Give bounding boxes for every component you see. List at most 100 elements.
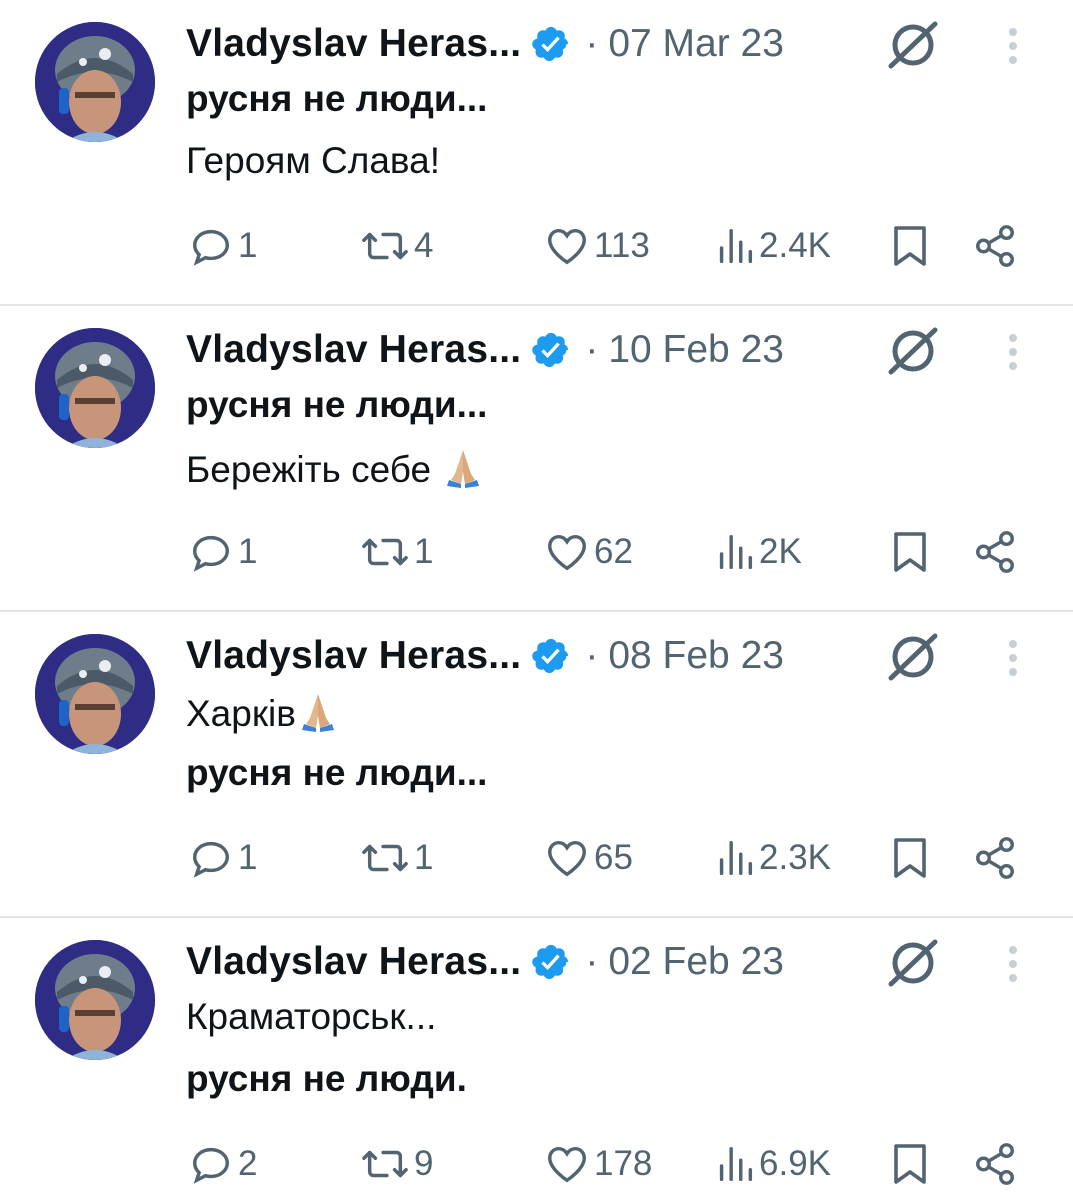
repost-icon <box>362 1150 408 1178</box>
tweet-date[interactable]: 08 Feb 23 <box>608 634 784 678</box>
tweet-header: Vladyslav Heras... · 07 Mar 23 <box>186 14 784 74</box>
tweet-text: Харків <box>186 693 296 734</box>
views-icon <box>719 534 753 570</box>
separator-dot: · <box>585 328 599 371</box>
reply-icon <box>192 1147 230 1184</box>
tweet-text: русня не люди. <box>186 1058 467 1099</box>
author-name[interactable]: Vladyslav Heras... <box>186 634 521 678</box>
tweet-text-line: Краматорськ... <box>186 996 436 1038</box>
views-icon <box>719 1146 753 1182</box>
bookmark-icon <box>894 532 926 572</box>
bookmark-icon <box>894 226 926 266</box>
more-icon[interactable] <box>998 636 1028 680</box>
share-button[interactable] <box>972 1136 1018 1192</box>
like-button[interactable]: 62 <box>544 524 633 580</box>
avatar[interactable] <box>35 940 155 1060</box>
avatar[interactable] <box>35 22 155 142</box>
like-icon <box>548 1146 586 1183</box>
repost-button[interactable]: 4 <box>360 218 433 274</box>
tweet-text-line: русня не люди... <box>186 752 487 794</box>
repost-button[interactable]: 1 <box>360 524 433 580</box>
repost-icon <box>362 538 408 566</box>
like-count: 178 <box>594 1144 653 1183</box>
grok-icon[interactable] <box>885 938 941 988</box>
grok-icon[interactable] <box>885 632 941 682</box>
bookmark-button[interactable] <box>888 218 932 274</box>
tweet-header: Vladyslav Heras... · 10 Feb 23 <box>186 320 784 380</box>
like-button[interactable]: 65 <box>544 830 633 886</box>
reply-button[interactable]: 2 <box>188 1136 257 1192</box>
reply-count: 1 <box>238 838 258 877</box>
grok-icon[interactable] <box>885 326 941 376</box>
views-button[interactable]: 6.9K <box>715 1136 831 1192</box>
tweet-text-line: Героям Слава! <box>186 140 440 182</box>
more-icon[interactable] <box>998 942 1028 986</box>
tweet[interactable]: Vladyslav Heras... · 02 Feb 23 Краматорс… <box>0 918 1073 1200</box>
tweet-actions: 1 1 62 2K <box>0 524 1073 580</box>
verified-badge-icon <box>531 330 571 370</box>
bookmark-button[interactable] <box>888 830 932 886</box>
views-button[interactable]: 2.3K <box>715 830 831 886</box>
separator-dot: · <box>585 22 599 65</box>
repost-button[interactable]: 9 <box>360 1136 433 1192</box>
avatar[interactable] <box>35 328 155 448</box>
bookmark-button[interactable] <box>888 524 932 580</box>
like-icon <box>548 228 586 265</box>
tweet-text: русня не люди... <box>186 78 488 119</box>
tweet-text: Героям Слава! <box>186 140 441 181</box>
reply-icon <box>192 535 230 572</box>
repost-count: 1 <box>414 838 434 877</box>
bookmark-button[interactable] <box>888 1136 932 1192</box>
views-icon <box>719 228 753 264</box>
reply-count: 1 <box>238 226 258 265</box>
views-button[interactable]: 2.4K <box>715 218 831 274</box>
repost-count: 4 <box>414 226 434 265</box>
like-icon <box>548 840 586 877</box>
reply-button[interactable]: 1 <box>188 830 257 886</box>
tweet-date[interactable]: 02 Feb 23 <box>608 940 784 984</box>
author-name[interactable]: Vladyslav Heras... <box>186 940 521 984</box>
bookmark-icon <box>894 838 926 878</box>
repost-count: 9 <box>414 1144 434 1183</box>
views-count: 2.3K <box>759 838 831 877</box>
author-name[interactable]: Vladyslav Heras... <box>186 328 521 372</box>
tweet[interactable]: Vladyslav Heras... · 10 Feb 23 русня не … <box>0 306 1073 612</box>
tweet[interactable]: Vladyslav Heras... · 08 Feb 23 Харків ру… <box>0 612 1073 918</box>
more-icon[interactable] <box>998 330 1028 374</box>
reply-icon <box>192 229 230 266</box>
views-button[interactable]: 2K <box>715 524 802 580</box>
tweet-text: Бережіть себе <box>186 449 442 490</box>
reply-icon <box>192 841 230 878</box>
verified-badge-icon <box>531 942 571 982</box>
views-count: 2.4K <box>759 226 831 265</box>
tweet-date[interactable]: 07 Mar 23 <box>608 22 784 66</box>
like-count: 113 <box>594 226 650 265</box>
tweet-actions: 1 1 65 2.3K <box>0 830 1073 886</box>
views-count: 2K <box>759 532 802 571</box>
author-name[interactable]: Vladyslav Heras... <box>186 22 521 66</box>
share-icon <box>976 225 1014 267</box>
avatar[interactable] <box>35 634 155 754</box>
tweet-text: Краматорськ... <box>186 996 437 1037</box>
share-icon <box>976 1143 1014 1185</box>
grok-icon[interactable] <box>885 20 941 70</box>
tweet-actions: 1 4 113 2.4K <box>0 218 1073 274</box>
share-button[interactable] <box>972 218 1018 274</box>
tweet-date[interactable]: 10 Feb 23 <box>608 328 784 372</box>
share-icon <box>976 837 1014 879</box>
repost-icon <box>362 232 408 260</box>
like-button[interactable]: 113 <box>544 218 650 274</box>
more-icon[interactable] <box>998 24 1028 68</box>
share-button[interactable] <box>972 830 1018 886</box>
reply-count: 2 <box>238 1144 258 1183</box>
share-button[interactable] <box>972 524 1018 580</box>
repost-button[interactable]: 1 <box>360 830 433 886</box>
views-icon <box>719 840 753 876</box>
reply-button[interactable]: 1 <box>188 524 257 580</box>
tweet-text-line: Харків <box>186 690 340 735</box>
separator-dot: · <box>585 940 599 983</box>
reply-button[interactable]: 1 <box>188 218 257 274</box>
tweet[interactable]: Vladyslav Heras... · 07 Mar 23 русня не … <box>0 0 1073 306</box>
tweet-text-line: русня не люди... <box>186 78 487 120</box>
like-button[interactable]: 178 <box>544 1136 652 1192</box>
